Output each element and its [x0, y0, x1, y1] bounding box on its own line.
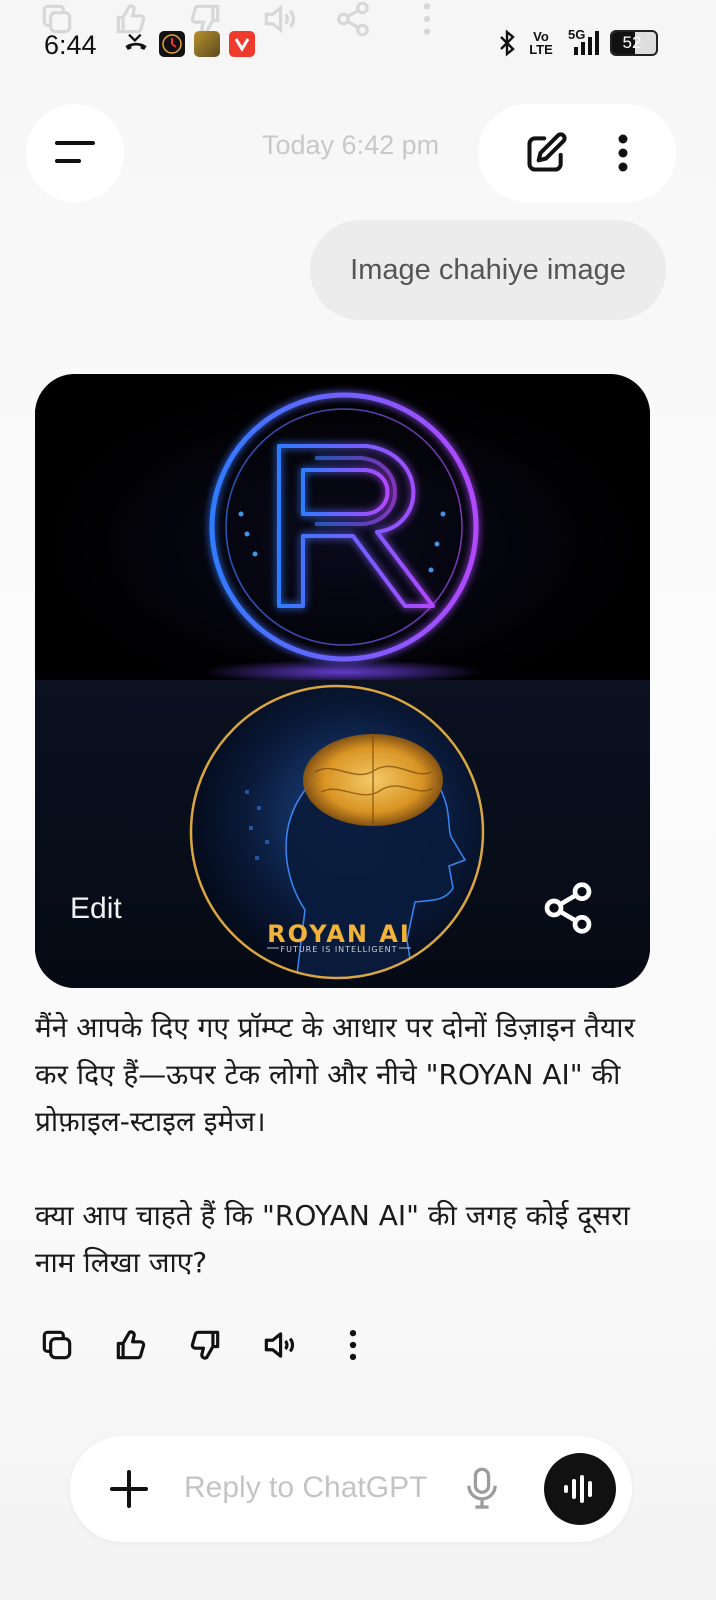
voice-mode-icon: [564, 1475, 592, 1503]
missed-call-icon: [125, 33, 147, 50]
more-vertical-icon[interactable]: [616, 131, 630, 175]
reply-actions-row: [38, 1326, 372, 1364]
status-bar: 6:44 Vo LTE 5G 52: [0, 22, 716, 72]
assistant-reply: मैंने आपके दिए गए प्रॉम्प्ट के आधार पर द…: [35, 1004, 675, 1286]
system-icons: Vo LTE 5G 52: [496, 27, 658, 58]
volte-label: Vo LTE: [529, 29, 553, 57]
header-actions: [478, 104, 676, 202]
v-app-icon: [229, 31, 255, 57]
read-aloud-icon[interactable]: [260, 1326, 298, 1364]
reply-paragraph-1: मैंने आपके दिए गए प्रॉम्प्ट के आधार पर द…: [35, 1011, 635, 1138]
share-image-button[interactable]: [540, 880, 596, 936]
notification-icons: [122, 30, 255, 58]
new-chat-icon[interactable]: [524, 131, 568, 175]
menu-icon: [55, 141, 95, 163]
brain-profile-image: ROYAN AI FUTURE IS INTELLIGENT: [35, 680, 650, 988]
more-vertical-icon[interactable]: [334, 1326, 372, 1364]
chat-timestamp: Today 6:42 pm: [262, 130, 440, 160]
menu-button[interactable]: [26, 104, 124, 202]
user-message-bubble[interactable]: Image chahiye image: [310, 220, 666, 320]
battery-icon: 52: [610, 30, 658, 56]
brand-tagline: FUTURE IS INTELLIGENT: [280, 945, 397, 954]
edit-image-button[interactable]: Edit: [70, 892, 122, 926]
clock-app-icon: [159, 31, 185, 57]
user-message-text: Image chahiye image: [350, 253, 626, 286]
composer-bar: [70, 1436, 632, 1542]
tech-logo-image: [35, 374, 650, 684]
status-time: 6:44: [44, 30, 97, 60]
signal-icon: 5G: [564, 27, 600, 57]
mic-icon[interactable]: [462, 1466, 502, 1512]
photo-app-icon: [194, 31, 220, 57]
thumbs-up-icon[interactable]: [112, 1326, 150, 1364]
battery-level: 52: [622, 33, 642, 52]
plus-icon[interactable]: [108, 1468, 150, 1510]
brand-text: ROYAN AI: [267, 920, 411, 948]
bluetooth-icon: [500, 29, 515, 57]
share-icon: [544, 882, 592, 934]
reply-paragraph-2: क्या आप चाहते हैं कि "ROYAN AI" की जगह क…: [35, 1199, 630, 1279]
voice-mode-button[interactable]: [544, 1453, 616, 1525]
reply-input[interactable]: [184, 1468, 444, 1508]
thumbs-down-icon[interactable]: [186, 1326, 224, 1364]
copy-icon[interactable]: [38, 1326, 76, 1364]
